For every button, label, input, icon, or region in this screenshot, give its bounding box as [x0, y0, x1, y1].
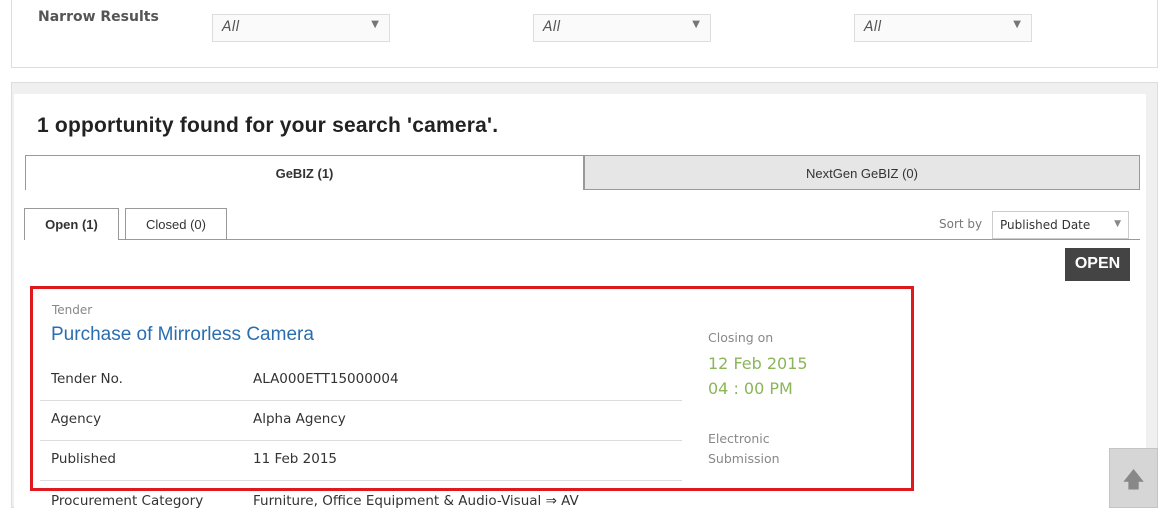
arrow-up-icon: 🡅 [1122, 468, 1145, 493]
tab-divider [584, 189, 1140, 190]
tender-field-value: ALA000ETT15000004 [253, 371, 399, 387]
caret-down-icon: ▼ [692, 19, 700, 30]
tender-field-label: Tender No. [51, 371, 123, 387]
filter-select-1[interactable]: All ▼ [212, 14, 390, 42]
filter-select-1-value: All [222, 19, 240, 35]
scroll-to-top-button[interactable]: 🡅 [1109, 448, 1158, 508]
tender-title-link[interactable]: Purchase of Mirrorless Camera [51, 324, 314, 346]
tender-row: Agency Alpha Agency [40, 401, 682, 441]
narrow-results-label: Narrow Results [38, 9, 159, 25]
tender-row: Tender No. ALA000ETT15000004 [40, 361, 682, 401]
status-badge: OPEN [1065, 248, 1130, 281]
closing-label: Closing on [708, 330, 774, 345]
filter-select-2[interactable]: All ▼ [533, 14, 711, 42]
tender-field-value: Alpha Agency [253, 411, 346, 427]
subtab-divider [119, 239, 1140, 240]
submission-method: Electronic Submission [708, 431, 780, 466]
closing-date: 12 Feb 2015 [708, 354, 808, 373]
sort-by-label: Sort by [939, 217, 983, 231]
caret-down-icon: ▼ [1013, 19, 1021, 30]
filter-select-2-value: All [543, 19, 561, 35]
tender-field-value: 11 Feb 2015 [253, 451, 338, 467]
tender-field-label: Procurement Category [51, 493, 204, 509]
tender-type: Tender [52, 303, 93, 317]
tab-nextgen-gebiz[interactable]: NextGen GeBIZ (0) [584, 155, 1140, 190]
tender-field-label: Published [51, 451, 116, 467]
tender-field-value: Furniture, Office Equipment & Audio-Visu… [253, 493, 579, 509]
tab-closed[interactable]: Closed (0) [125, 208, 227, 240]
results-summary: 1 opportunity found for your search 'cam… [37, 114, 499, 137]
closing-datetime: 12 Feb 2015 04 : 00 PM [708, 351, 808, 401]
tab-open[interactable]: Open (1) [24, 208, 119, 240]
tender-field-label: Agency [51, 411, 102, 427]
sort-by-value: Published Date [1000, 218, 1091, 232]
tender-row: Published 11 Feb 2015 [40, 441, 682, 481]
tender-row: Procurement Category Furniture, Office E… [40, 485, 682, 515]
filter-select-3-value: All [864, 19, 882, 35]
caret-down-icon: ▼ [1114, 219, 1121, 229]
closing-time: 04 : 00 PM [708, 379, 793, 398]
tab-gebiz[interactable]: GeBIZ (1) [25, 155, 584, 190]
sort-by-select[interactable]: Published Date ▼ [992, 211, 1129, 239]
filter-select-3[interactable]: All ▼ [854, 14, 1032, 42]
caret-down-icon: ▼ [371, 19, 379, 30]
